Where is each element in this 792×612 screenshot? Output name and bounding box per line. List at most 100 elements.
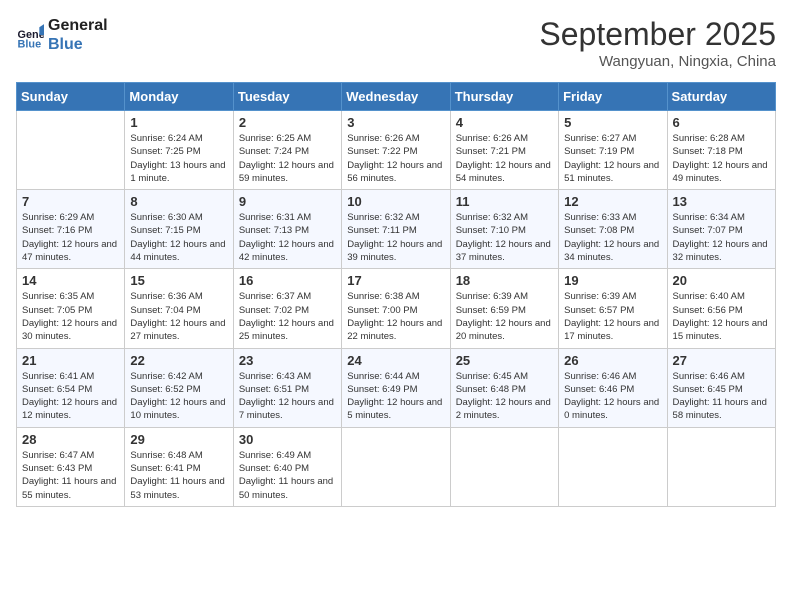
calendar-cell xyxy=(667,427,775,506)
day-number: 5 xyxy=(564,115,661,130)
calendar-cell xyxy=(450,427,558,506)
weekday-header-thursday: Thursday xyxy=(450,83,558,111)
logo-text-general: General xyxy=(48,16,108,35)
day-number: 6 xyxy=(673,115,770,130)
day-number: 7 xyxy=(22,194,119,209)
day-number: 30 xyxy=(239,432,336,447)
day-number: 18 xyxy=(456,273,553,288)
day-info: Sunrise: 6:39 AMSunset: 6:57 PMDaylight:… xyxy=(564,290,661,343)
calendar-cell: 8 Sunrise: 6:30 AMSunset: 7:15 PMDaylight… xyxy=(125,190,233,269)
day-number: 14 xyxy=(22,273,119,288)
day-number: 8 xyxy=(130,194,227,209)
calendar-cell: 27Sunrise: 6:46 AMSunset: 6:45 PMDayligh… xyxy=(667,348,775,427)
calendar-header-row: SundayMondayTuesdayWednesdayThursdayFrid… xyxy=(17,83,776,111)
day-number: 16 xyxy=(239,273,336,288)
calendar-cell: 17Sunrise: 6:38 AMSunset: 7:00 PMDayligh… xyxy=(342,269,450,348)
day-info: Sunrise: 6:32 AMSunset: 7:11 PMDaylight:… xyxy=(347,211,444,264)
day-number: 23 xyxy=(239,353,336,368)
calendar-cell: 6 Sunrise: 6:28 AMSunset: 7:18 PMDaylight… xyxy=(667,111,775,190)
day-number: 26 xyxy=(564,353,661,368)
day-number: 2 xyxy=(239,115,336,130)
calendar-cell: 11 Sunrise: 6:32 AMSunset: 7:10 PMDayligh… xyxy=(450,190,558,269)
day-info: Sunrise: 6:32 AMSunset: 7:10 PMDaylight:… xyxy=(456,211,553,264)
day-info: Sunrise: 6:26 AMSunset: 7:21 PMDaylight:… xyxy=(456,132,553,185)
day-info: Sunrise: 6:31 AMSunset: 7:13 PMDaylight:… xyxy=(239,211,336,264)
calendar-cell: 30 Sunrise: 6:49 AMSunset: 6:40 PMDayligh… xyxy=(233,427,341,506)
day-number: 4 xyxy=(456,115,553,130)
day-number: 22 xyxy=(130,353,227,368)
svg-text:Blue: Blue xyxy=(18,39,42,50)
location-subtitle: Wangyuan, Ningxia, China xyxy=(539,53,776,70)
day-number: 11 xyxy=(456,194,553,209)
day-info: Sunrise: 6:45 AMSunset: 6:48 PMDaylight:… xyxy=(456,370,553,423)
day-info: Sunrise: 6:43 AMSunset: 6:51 PMDaylight:… xyxy=(239,370,336,423)
logo: General Blue General Blue xyxy=(16,16,108,54)
calendar-cell: 29Sunrise: 6:48 AMSunset: 6:41 PMDayligh… xyxy=(125,427,233,506)
logo-text-blue: Blue xyxy=(48,35,108,54)
day-number: 9 xyxy=(239,194,336,209)
calendar-cell: 5 Sunrise: 6:27 AMSunset: 7:19 PMDaylight… xyxy=(559,111,667,190)
weekday-header-saturday: Saturday xyxy=(667,83,775,111)
day-info: Sunrise: 6:34 AMSunset: 7:07 PMDaylight:… xyxy=(673,211,770,264)
calendar-cell xyxy=(559,427,667,506)
day-info: Sunrise: 6:37 AMSunset: 7:02 PMDaylight:… xyxy=(239,290,336,343)
weekday-header-tuesday: Tuesday xyxy=(233,83,341,111)
day-info: Sunrise: 6:35 AMSunset: 7:05 PMDaylight:… xyxy=(22,290,119,343)
calendar-cell: 2Sunrise: 6:25 AMSunset: 7:24 PMDaylight… xyxy=(233,111,341,190)
calendar-cell: 4 Sunrise: 6:26 AMSunset: 7:21 PMDaylight… xyxy=(450,111,558,190)
calendar-cell: 10 Sunrise: 6:32 AMSunset: 7:11 PMDayligh… xyxy=(342,190,450,269)
day-number: 12 xyxy=(564,194,661,209)
day-info: Sunrise: 6:24 AMSunset: 7:25 PMDaylight:… xyxy=(130,132,227,185)
day-info: Sunrise: 6:47 AMSunset: 6:43 PMDaylight:… xyxy=(22,449,119,502)
day-info: Sunrise: 6:46 AMSunset: 6:45 PMDaylight:… xyxy=(673,370,770,423)
day-number: 19 xyxy=(564,273,661,288)
day-number: 28 xyxy=(22,432,119,447)
page-header: General Blue General Blue September 2025… xyxy=(16,16,776,70)
month-title: September 2025 xyxy=(539,16,776,53)
day-info: Sunrise: 6:40 AMSunset: 6:56 PMDaylight:… xyxy=(673,290,770,343)
day-info: Sunrise: 6:28 AMSunset: 7:18 PMDaylight:… xyxy=(673,132,770,185)
calendar-cell: 15 Sunrise: 6:36 AMSunset: 7:04 PMDayligh… xyxy=(125,269,233,348)
calendar-cell: 13 Sunrise: 6:34 AMSunset: 7:07 PMDayligh… xyxy=(667,190,775,269)
calendar-cell xyxy=(342,427,450,506)
calendar-cell: 25Sunrise: 6:45 AMSunset: 6:48 PMDayligh… xyxy=(450,348,558,427)
day-number: 20 xyxy=(673,273,770,288)
day-info: Sunrise: 6:36 AMSunset: 7:04 PMDaylight:… xyxy=(130,290,227,343)
calendar-cell: 7 Sunrise: 6:29 AMSunset: 7:16 PMDaylight… xyxy=(17,190,125,269)
calendar-cell: 16 Sunrise: 6:37 AMSunset: 7:02 PMDayligh… xyxy=(233,269,341,348)
day-number: 13 xyxy=(673,194,770,209)
day-number: 1 xyxy=(130,115,227,130)
weekday-header-wednesday: Wednesday xyxy=(342,83,450,111)
calendar-cell: 1 Sunrise: 6:24 AMSunset: 7:25 PMDaylight… xyxy=(125,111,233,190)
day-number: 15 xyxy=(130,273,227,288)
calendar-cell: 22 Sunrise: 6:42 AMSunset: 6:52 PMDayligh… xyxy=(125,348,233,427)
day-number: 3 xyxy=(347,115,444,130)
calendar-cell xyxy=(17,111,125,190)
calendar-week-1: 1 Sunrise: 6:24 AMSunset: 7:25 PMDaylight… xyxy=(17,111,776,190)
calendar-cell: 3 Sunrise: 6:26 AMSunset: 7:22 PMDaylight… xyxy=(342,111,450,190)
calendar-cell: 23 Sunrise: 6:43 AMSunset: 6:51 PMDayligh… xyxy=(233,348,341,427)
day-number: 21 xyxy=(22,353,119,368)
day-number: 24 xyxy=(347,353,444,368)
day-info: Sunrise: 6:49 AMSunset: 6:40 PMDaylight:… xyxy=(239,449,336,502)
weekday-header-friday: Friday xyxy=(559,83,667,111)
calendar-cell: 14 Sunrise: 6:35 AMSunset: 7:05 PMDayligh… xyxy=(17,269,125,348)
day-info: Sunrise: 6:44 AMSunset: 6:49 PMDaylight:… xyxy=(347,370,444,423)
calendar-cell: 24 Sunrise: 6:44 AMSunset: 6:49 PMDayligh… xyxy=(342,348,450,427)
day-info: Sunrise: 6:33 AMSunset: 7:08 PMDaylight:… xyxy=(564,211,661,264)
day-info: Sunrise: 6:42 AMSunset: 6:52 PMDaylight:… xyxy=(130,370,227,423)
day-info: Sunrise: 6:30 AMSunset: 7:15 PMDaylight:… xyxy=(130,211,227,264)
title-block: September 2025 Wangyuan, Ningxia, China xyxy=(539,16,776,70)
calendar-cell: 20 Sunrise: 6:40 AMSunset: 6:56 PMDayligh… xyxy=(667,269,775,348)
calendar-cell: 19 Sunrise: 6:39 AMSunset: 6:57 PMDayligh… xyxy=(559,269,667,348)
day-number: 10 xyxy=(347,194,444,209)
calendar-cell: 28 Sunrise: 6:47 AMSunset: 6:43 PMDayligh… xyxy=(17,427,125,506)
day-info: Sunrise: 6:29 AMSunset: 7:16 PMDaylight:… xyxy=(22,211,119,264)
day-info: Sunrise: 6:26 AMSunset: 7:22 PMDaylight:… xyxy=(347,132,444,185)
calendar-cell: 18Sunrise: 6:39 AMSunset: 6:59 PMDayligh… xyxy=(450,269,558,348)
calendar-cell: 9 Sunrise: 6:31 AMSunset: 7:13 PMDaylight… xyxy=(233,190,341,269)
calendar-table: SundayMondayTuesdayWednesdayThursdayFrid… xyxy=(16,82,776,507)
calendar-cell: 12 Sunrise: 6:33 AMSunset: 7:08 PMDayligh… xyxy=(559,190,667,269)
day-number: 17 xyxy=(347,273,444,288)
day-info: Sunrise: 6:27 AMSunset: 7:19 PMDaylight:… xyxy=(564,132,661,185)
